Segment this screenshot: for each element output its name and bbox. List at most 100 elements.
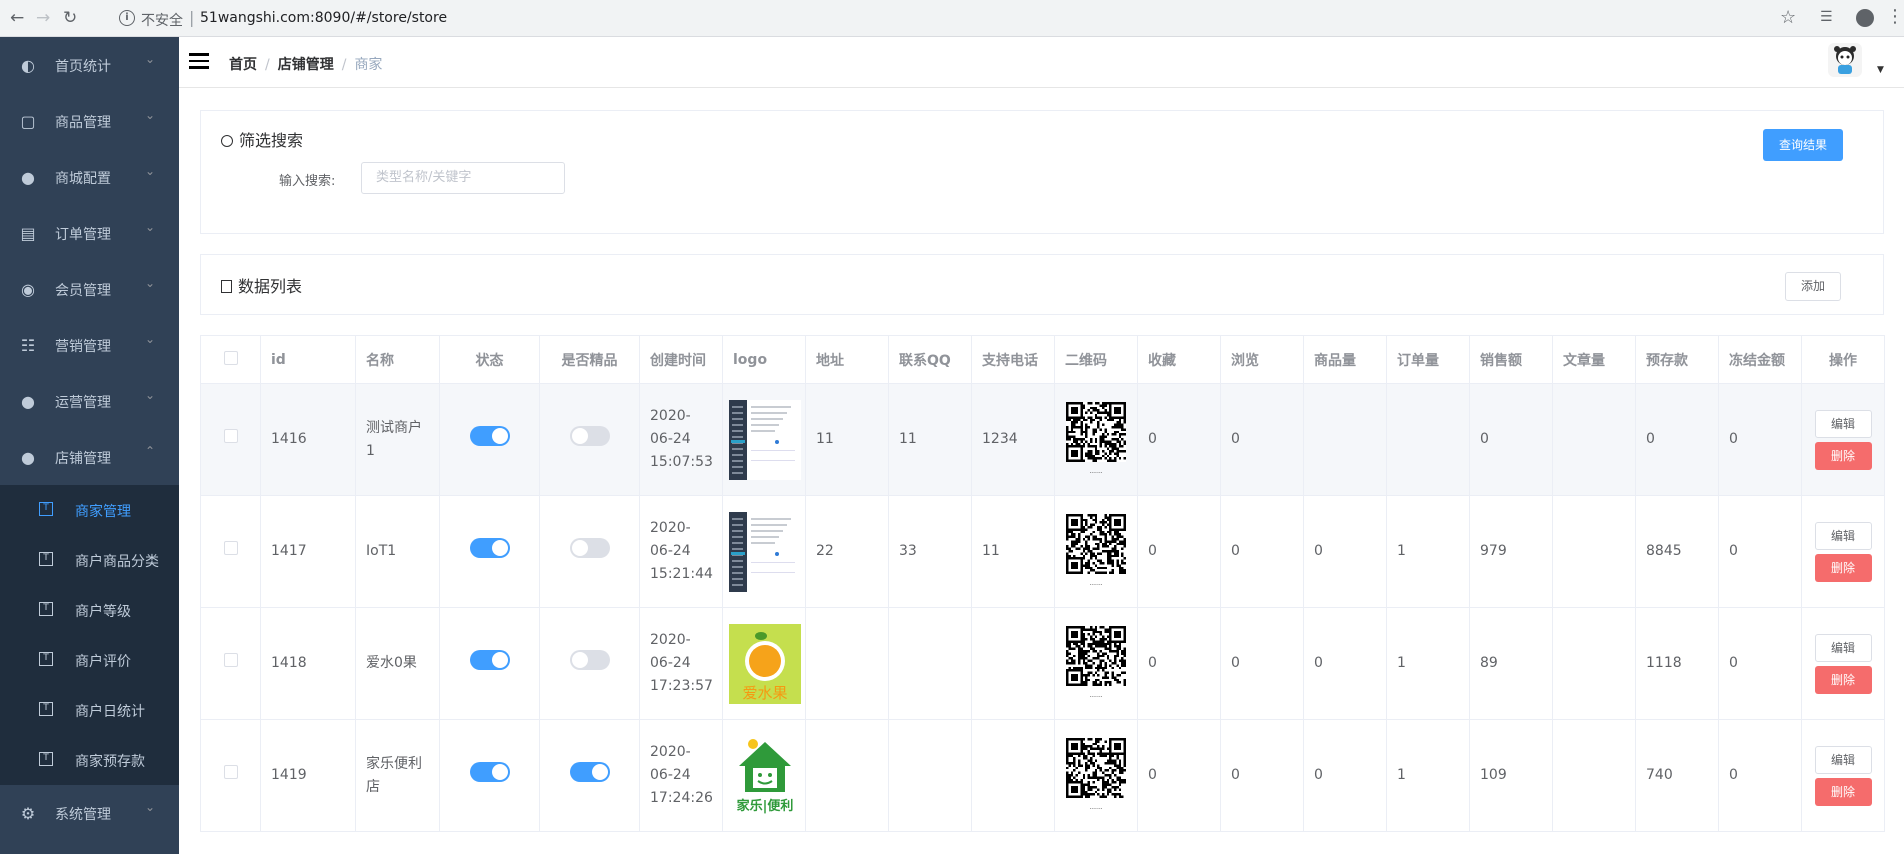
document-icon	[221, 280, 232, 293]
sidebar-subitem[interactable]: T 商家预存款	[0, 735, 179, 785]
search-input[interactable]: 类型名称/关键字	[361, 162, 565, 194]
status-toggle[interactable]	[469, 425, 510, 446]
cell-logo	[722, 383, 806, 496]
table-row: 1419 家乐便利店 2020-06-24 17:24:26 家乐|便利 ······…	[200, 719, 1885, 832]
navbar: 首页 / 店铺管理 / 商家 ▼	[179, 37, 1904, 88]
cell-phone: 11	[971, 495, 1055, 608]
column-header: 创建时间	[639, 335, 723, 384]
cell-qrcode: ·······	[1054, 383, 1138, 496]
forward-arrow-icon[interactable]: →	[36, 8, 50, 28]
bookmark-star-icon[interactable]: ☆	[1780, 7, 1796, 28]
sidebar-subitem[interactable]: T 商家管理	[0, 485, 179, 535]
premium-toggle[interactable]	[569, 649, 610, 670]
globe-icon: ●	[21, 448, 35, 467]
filter-card: 筛选搜索 查询结果 输入搜索: 类型名称/关键字	[200, 110, 1884, 234]
row-checkbox[interactable]	[223, 653, 238, 667]
sidebar-item[interactable]: ● 店铺管理 ⌃	[0, 429, 179, 485]
chevron-down-icon: ⌄	[145, 332, 156, 346]
row-checkbox[interactable]	[223, 765, 238, 779]
user-avatar[interactable]	[1828, 43, 1862, 77]
sidebar-item-label: 首页统计	[55, 59, 111, 75]
sidebar-item-label: 运营管理	[55, 395, 111, 411]
cell-created: 2020-06-24 15:21:44	[639, 495, 723, 608]
cell-id: 1416	[260, 383, 356, 496]
query-button[interactable]: 查询结果	[1763, 129, 1843, 161]
add-button[interactable]: 添加	[1785, 272, 1841, 301]
cell-phone: 1234	[971, 383, 1055, 496]
column-header: 收藏	[1137, 335, 1221, 384]
store-logo-image: 爱水果	[729, 623, 801, 704]
chevron-down-icon: ⌄	[145, 800, 156, 814]
sidebar-submenu: T 商家管理 T 商户商品分类 T 商户等级 T 商户评价 T 商户日统计 T 商家预存款	[0, 485, 179, 785]
url-text[interactable]: 51wangshi.com:8090/#/store/store	[200, 10, 447, 26]
sidebar-subitem[interactable]: T 商户商品分类	[0, 535, 179, 585]
edit-button[interactable]: 编辑	[1814, 521, 1872, 550]
edit-button[interactable]: 编辑	[1814, 745, 1872, 774]
breadcrumb-section[interactable]: 店铺管理	[278, 57, 334, 73]
marketing-icon: ☷	[20, 336, 36, 355]
cell-id: 1419	[260, 719, 356, 832]
column-header: id	[260, 335, 356, 384]
cell-actions: 编辑 删除	[1801, 383, 1885, 496]
select-all-checkbox[interactable]	[223, 350, 238, 365]
premium-toggle[interactable]	[569, 537, 610, 558]
sidebar-item-system[interactable]: ⚙ 系统管理 ⌄	[0, 785, 179, 841]
column-header: 状态	[439, 335, 540, 384]
cell-frozen: 0	[1718, 719, 1802, 832]
caret-down-icon[interactable]: ▼	[1877, 65, 1884, 75]
cell-logo: 家乐|便利	[722, 719, 806, 832]
sidebar-item[interactable]: ◐ 首页统计 ⌄	[0, 37, 179, 93]
browser-menu-icon[interactable]: ⋮	[1886, 7, 1904, 27]
sidebar-item[interactable]: ● 商城配置 ⌄	[0, 149, 179, 205]
cell-actions: 编辑 删除	[1801, 719, 1885, 832]
edit-button[interactable]: 编辑	[1814, 409, 1872, 438]
sidebar-subitem[interactable]: T 商户等级	[0, 585, 179, 635]
cell-qq	[888, 607, 972, 720]
column-header: 二维码	[1054, 335, 1138, 384]
premium-toggle[interactable]	[569, 761, 610, 782]
delete-button[interactable]: 删除	[1814, 553, 1872, 582]
delete-button[interactable]: 删除	[1814, 777, 1872, 806]
logo-text: 家乐|便利	[737, 798, 794, 814]
delete-button[interactable]: 删除	[1814, 665, 1872, 694]
back-arrow-icon[interactable]: ←	[10, 8, 24, 28]
chevron-down-icon: ⌄	[145, 164, 156, 178]
column-header: 支持电话	[971, 335, 1055, 384]
sidebar-item[interactable]: ▢ 商品管理 ⌄	[0, 93, 179, 149]
reload-icon[interactable]: ↻	[63, 8, 77, 28]
status-toggle[interactable]	[469, 761, 510, 782]
media-control-icon[interactable]: ☰	[1820, 9, 1833, 25]
address-bar[interactable]: i 不安全 | 51wangshi.com:8090/#/store/store	[109, 5, 1809, 32]
cell-favorites: 0	[1137, 383, 1221, 496]
cell-qq: 11	[888, 383, 972, 496]
row-checkbox-cell	[200, 719, 261, 832]
sidebar-subitem[interactable]: T 商户日统计	[0, 685, 179, 735]
url-separator: |	[189, 8, 195, 27]
sidebar-subitem-label: 商户商品分类	[75, 554, 159, 570]
sidebar-item[interactable]: ● 运营管理 ⌄	[0, 373, 179, 429]
info-icon[interactable]: i	[119, 10, 135, 26]
premium-toggle[interactable]	[569, 425, 610, 446]
profile-avatar-icon[interactable]	[1856, 9, 1874, 27]
monitor-icon: ▢	[20, 112, 36, 131]
gear-icon: ⚙	[20, 804, 36, 823]
sidebar-item[interactable]: ▤ 订单管理 ⌄	[0, 205, 179, 261]
delete-button[interactable]: 删除	[1814, 441, 1872, 470]
dashboard-icon: ◐	[21, 56, 35, 75]
hamburger-icon[interactable]	[189, 53, 209, 69]
sidebar-item[interactable]: ☷ 营销管理 ⌄	[0, 317, 179, 373]
sidebar-subitem[interactable]: T 商户评价	[0, 635, 179, 685]
status-toggle[interactable]	[469, 649, 510, 670]
table-header-row: id 名称 状态 是否精品 创建时间 logo 地址 联系QQ 支持电话 二维码 收藏 浏览 商品量 订单…	[200, 335, 1885, 384]
row-checkbox[interactable]	[223, 541, 238, 555]
cell-premium	[539, 383, 640, 496]
cell-deposit: 0	[1635, 383, 1719, 496]
store-icon: T	[39, 702, 53, 716]
status-toggle[interactable]	[469, 537, 510, 558]
edit-button[interactable]: 编辑	[1814, 633, 1872, 662]
cell-qrcode: ·······	[1054, 607, 1138, 720]
row-checkbox[interactable]	[223, 429, 238, 443]
sidebar-item-label: 商城配置	[55, 171, 111, 187]
breadcrumb-home[interactable]: 首页	[229, 57, 257, 73]
sidebar-item[interactable]: ◉ 会员管理 ⌄	[0, 261, 179, 317]
